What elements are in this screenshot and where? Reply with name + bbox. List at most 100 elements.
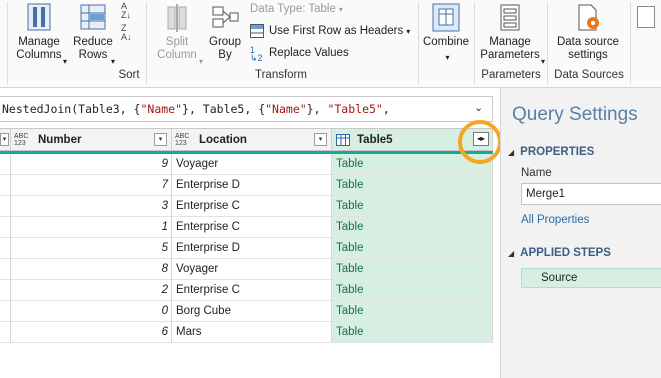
cell-location: Voyager — [172, 154, 332, 175]
applied-steps-section-header[interactable]: ◢ APPLIED STEPS — [508, 247, 611, 259]
table-row[interactable]: 5 Enterprise D Table — [0, 238, 493, 259]
combine-button[interactable]: Combine ▾ — [422, 3, 470, 64]
ribbon-separator — [7, 2, 8, 84]
sort-ascending-icon: A Z↓ — [121, 1, 131, 20]
split-column-icon — [167, 4, 187, 32]
table-row[interactable]: 8 Voyager Table — [0, 259, 493, 280]
ribbon-separator — [547, 2, 548, 84]
sort-ascending-button[interactable]: A Z↓ — [121, 2, 131, 20]
chevron-down-icon: ▾ — [111, 57, 116, 66]
cell-number: 9 — [11, 154, 172, 175]
formula-string: "Table5" — [327, 102, 383, 116]
applied-step-item[interactable]: Source — [521, 268, 661, 288]
ribbon: Manage Columns ▾ Reduce Rows ▾ A Z↓ Z A↓ S… — [0, 0, 661, 88]
formula-bar[interactable]: NestedJoin(Table3, {"Name"}, Table5, {"N… — [0, 96, 493, 122]
group-by-button[interactable]: Group By — [206, 3, 244, 62]
properties-section-header[interactable]: ◢ PROPERTIES — [508, 146, 594, 158]
manage-columns-button[interactable]: Manage Columns ▾ — [14, 3, 67, 66]
manage-columns-icon — [27, 3, 51, 31]
chevron-down-icon: ▾ — [445, 53, 450, 62]
group-by-label: Group By — [209, 36, 241, 61]
column-header-label: Table5 — [357, 133, 393, 146]
filter-dropdown-icon[interactable]: ▾ — [314, 133, 327, 146]
use-first-row-label: Use First Row as Headers — [269, 25, 404, 37]
type-any-icon: ABC 123 — [175, 132, 190, 147]
cell-number: 1 — [11, 217, 172, 238]
cell-table-link[interactable]: Table — [332, 301, 493, 322]
all-properties-link[interactable]: All Properties — [521, 214, 589, 226]
table-row[interactable]: 2 Enterprise C Table — [0, 280, 493, 301]
pane-title: Query Settings — [512, 104, 638, 125]
cell-table-link[interactable]: Table — [332, 175, 493, 196]
collapse-triangle-icon: ◢ — [508, 147, 515, 157]
data-source-settings-button[interactable]: Data source settings — [553, 3, 623, 62]
cell-location: Borg Cube — [172, 301, 332, 322]
filter-dropdown-icon[interactable]: ▾ — [154, 133, 167, 146]
table-row[interactable]: 0 Borg Cube Table — [0, 301, 493, 322]
cell-table-link[interactable]: Table — [332, 259, 493, 280]
cell-number: 6 — [11, 322, 172, 343]
cell-location: Voyager — [172, 259, 332, 280]
replace-values-icon: 1 ↳2 — [250, 45, 263, 63]
cell-number: 2 — [11, 280, 172, 301]
table-row[interactable]: 3 Enterprise C Table — [0, 196, 493, 217]
row-cell-partial — [0, 196, 11, 217]
highlight-circle — [458, 120, 502, 164]
filter-dropdown-icon[interactable]: ▾ — [0, 133, 9, 146]
query-settings-pane: Query Settings ◢ PROPERTIES Name All Pro… — [500, 88, 661, 378]
parameters-group-label: Parameters — [481, 69, 541, 81]
new-query-icon[interactable] — [637, 6, 655, 28]
applied-steps-label: APPLIED STEPS — [520, 247, 611, 259]
table-type-icon — [336, 133, 350, 146]
cell-location: Enterprise C — [172, 280, 332, 301]
cell-number: 8 — [11, 259, 172, 280]
split-column-label: Split Column — [157, 36, 197, 61]
collapse-triangle-icon: ◢ — [508, 248, 515, 258]
manage-parameters-label: Manage Parameters — [480, 36, 540, 61]
cell-table-link[interactable]: Table — [332, 280, 493, 301]
data-source-gear-icon — [578, 4, 599, 31]
table-row[interactable]: 7 Enterprise D Table — [0, 175, 493, 196]
data-source-settings-label: Data source settings — [556, 36, 619, 61]
manage-parameters-button[interactable]: Manage Parameters ▾ — [478, 3, 545, 66]
formula-text: }, Table5, { — [182, 102, 266, 116]
sort-group-label: Sort — [118, 69, 140, 81]
sort-descending-button[interactable]: Z A↓ — [121, 24, 132, 42]
chevron-down-icon: ▾ — [406, 26, 411, 36]
cell-number: 3 — [11, 196, 172, 217]
replace-values-button[interactable]: 1 ↳2 Replace Values — [250, 45, 349, 63]
manage-columns-label: Manage Columns — [16, 36, 62, 61]
split-column-button[interactable]: Split Column ▾ — [151, 3, 203, 66]
data-type-label: Data Type: Table — [250, 3, 336, 15]
reduce-rows-label: Reduce Rows — [73, 36, 113, 61]
table-row[interactable]: 9 Voyager Table — [0, 154, 493, 175]
cell-table-link[interactable]: Table — [332, 196, 493, 217]
cell-location: Enterprise C — [172, 217, 332, 238]
column-header-number[interactable]: ABC 123 Number ▾ — [11, 129, 172, 151]
reduce-rows-button[interactable]: Reduce Rows ▾ — [72, 3, 115, 66]
ribbon-separator — [630, 2, 631, 84]
table-headers-icon — [250, 24, 264, 38]
data-type-dropdown[interactable]: Data Type: Table ▾ — [250, 3, 343, 15]
chevron-down-icon: ▾ — [63, 57, 68, 66]
reduce-rows-icon — [80, 4, 106, 30]
cell-number: 0 — [11, 301, 172, 322]
type-any-icon: ABC 123 — [14, 132, 29, 147]
ribbon-separator — [418, 2, 419, 84]
chevron-down-icon: ▾ — [199, 57, 204, 66]
table-row[interactable]: 1 Enterprise C Table — [0, 217, 493, 238]
column-header-partial[interactable]: ▾ — [0, 129, 11, 151]
query-name-input[interactable] — [521, 183, 661, 205]
name-label: Name — [521, 167, 552, 179]
use-first-row-headers-button[interactable]: Use First Row as Headers ▾ — [250, 24, 410, 38]
cell-table-link[interactable]: Table — [332, 322, 493, 343]
cell-number: 7 — [11, 175, 172, 196]
cell-table-link[interactable]: Table — [332, 217, 493, 238]
transform-group-label: Transform — [255, 69, 307, 81]
row-cell-partial — [0, 175, 11, 196]
column-header-location[interactable]: ABC 123 Location ▾ — [172, 129, 332, 151]
formula-expand-chevron-icon[interactable]: ⌄ — [474, 101, 483, 114]
table-row[interactable]: 6 Mars Table — [0, 322, 493, 343]
properties-label: PROPERTIES — [520, 146, 595, 158]
cell-table-link[interactable]: Table — [332, 238, 493, 259]
